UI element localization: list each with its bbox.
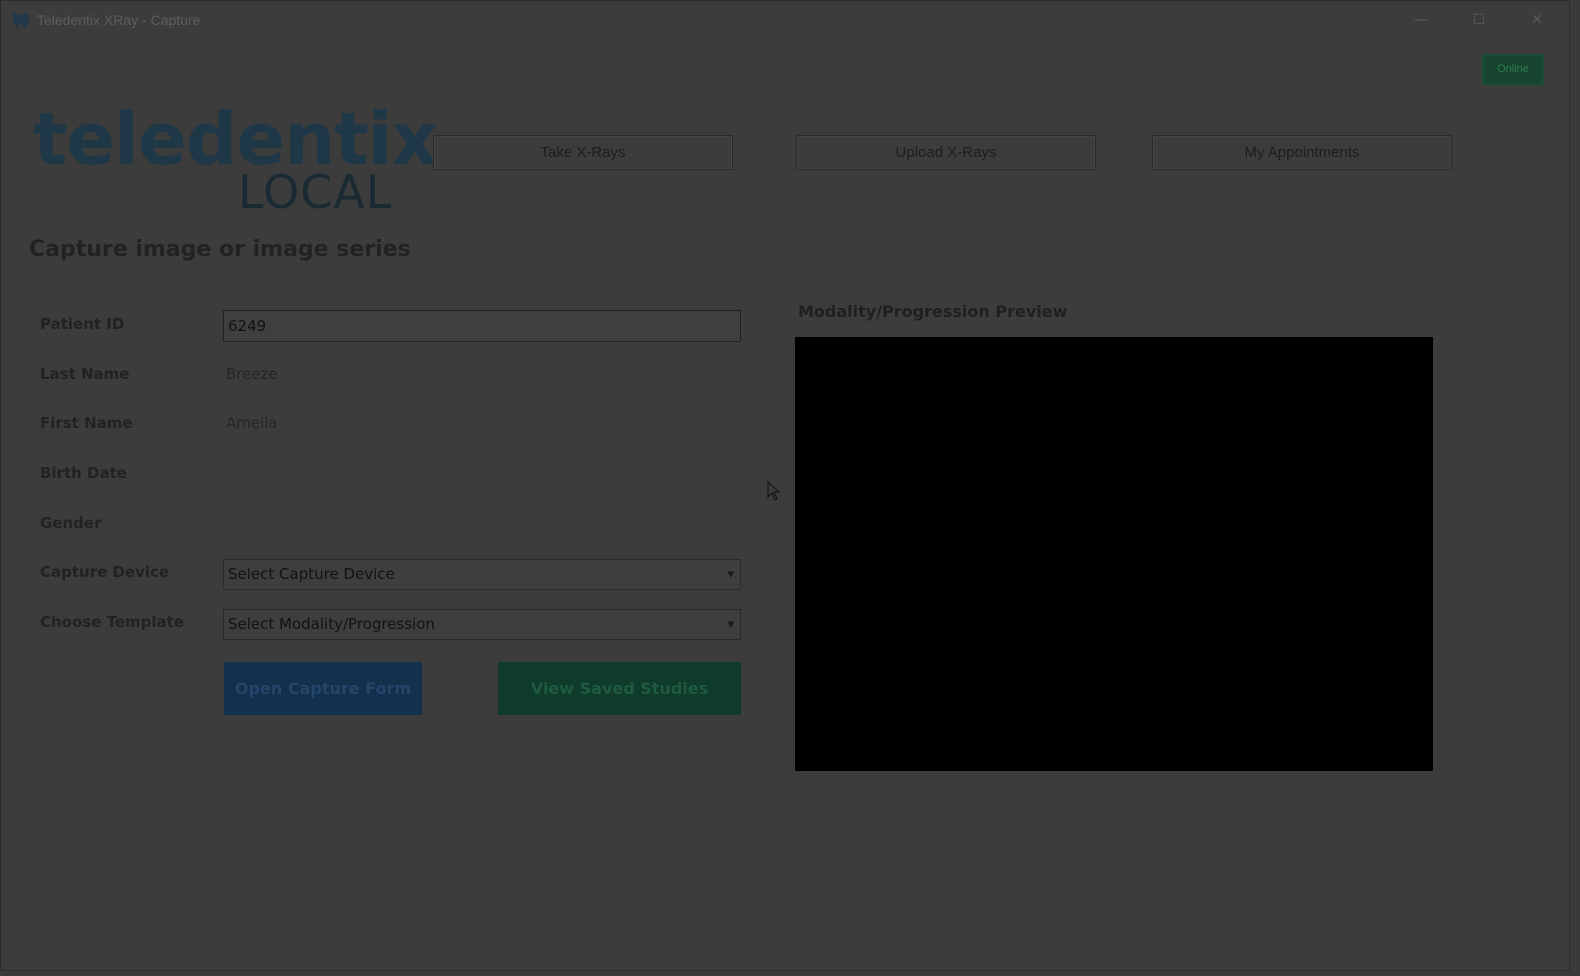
choose-template-selected: Select Modality/Progression <box>228 615 435 633</box>
my-appointments-button[interactable]: My Appointments <box>1152 135 1452 170</box>
close-icon[interactable]: ✕ <box>1521 7 1553 33</box>
mouse-cursor-icon <box>767 481 781 501</box>
choose-template-label: Choose Template <box>40 613 185 631</box>
chevron-down-icon: ▾ <box>727 617 734 632</box>
capture-device-select[interactable]: Select Capture Device ▾ <box>223 559 741 590</box>
title-bar[interactable]: Teledentix XRay - Capture — ☐ ✕ <box>1 1 1569 39</box>
gender-label: Gender <box>40 514 102 532</box>
first-name-value: Amelia <box>226 414 278 432</box>
capture-device-label: Capture Device <box>40 563 170 581</box>
take-xrays-button[interactable]: Take X-Rays <box>433 135 733 170</box>
maximize-icon[interactable]: ☐ <box>1463 7 1495 33</box>
patient-id-input[interactable]: 6249 <box>223 310 741 342</box>
chevron-down-icon: ▾ <box>727 567 734 582</box>
tooth-icon <box>12 13 30 28</box>
last-name-value: Breeze <box>226 365 278 383</box>
teledentix-logo: teledentix LOCAL <box>33 97 438 222</box>
preview-label: Modality/Progression Preview <box>798 302 1068 321</box>
page-title: Capture image or image series <box>29 237 411 262</box>
capture-device-selected: Select Capture Device <box>228 565 395 583</box>
upload-xrays-button[interactable]: Upload X-Rays <box>796 135 1096 170</box>
view-saved-studies-button[interactable]: View Saved Studies <box>498 662 741 715</box>
open-capture-form-button[interactable]: Open Capture Form <box>224 662 422 715</box>
window-title: Teledentix XRay - Capture <box>37 12 201 28</box>
online-status-button[interactable]: Online <box>1482 54 1544 85</box>
modality-preview-area <box>795 337 1433 771</box>
patient-id-label: Patient ID <box>40 315 125 333</box>
last-name-label: Last Name <box>40 365 130 383</box>
birth-date-label: Birth Date <box>40 464 127 482</box>
app-window: Teledentix XRay - Capture — ☐ ✕ Online t… <box>0 0 1570 971</box>
logo-local: LOCAL <box>238 165 393 219</box>
first-name-label: First Name <box>40 414 133 432</box>
minimize-icon[interactable]: — <box>1405 7 1437 33</box>
choose-template-select[interactable]: Select Modality/Progression ▾ <box>223 609 741 640</box>
